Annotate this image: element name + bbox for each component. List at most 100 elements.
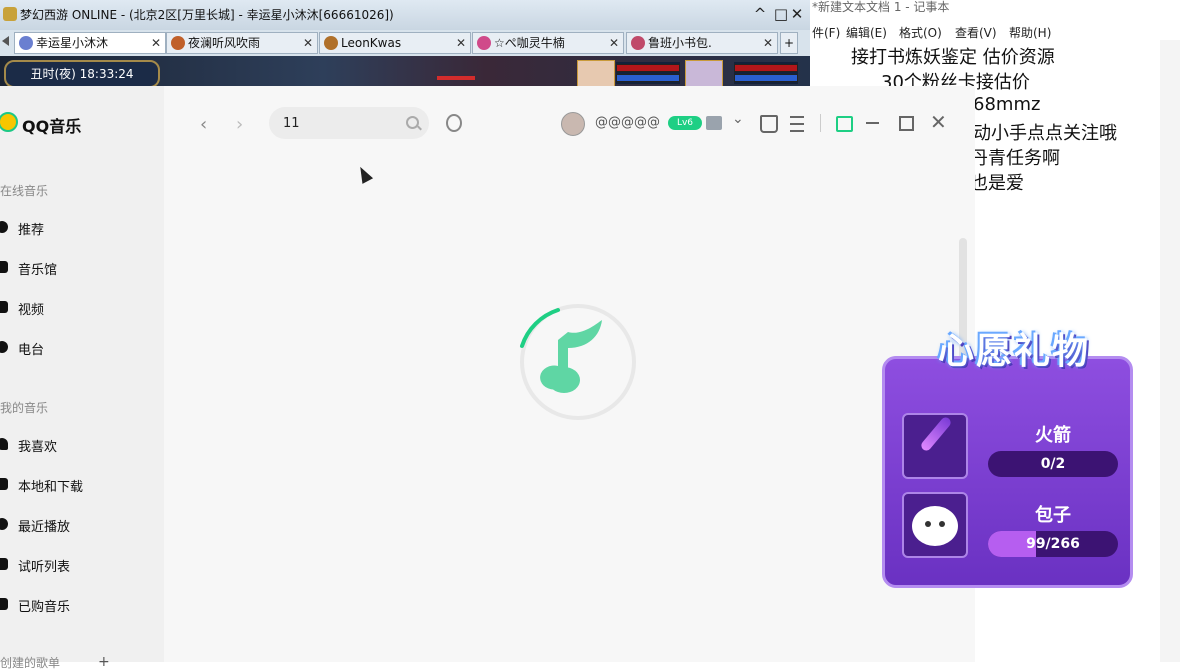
chevron-down-icon[interactable]: ⌄ (732, 111, 744, 127)
sidebar-item-radio[interactable]: 电台 (0, 338, 160, 358)
tab-label: ☆ぺ咖灵牛楠 (494, 36, 565, 50)
tab-close-icon[interactable]: ✕ (151, 33, 161, 53)
sidebar-item-label: 最近播放 (18, 520, 71, 535)
game-tab-2[interactable]: 夜澜听风吹雨 ✕ (166, 32, 318, 54)
pet-hp-bar (734, 64, 798, 72)
game-minimize-button[interactable]: ^ (750, 4, 770, 24)
sidebar-item-recommend[interactable]: 推荐 (0, 218, 160, 238)
gift-count: 0/2 (1040, 456, 1066, 472)
add-tab-button[interactable]: + (780, 32, 798, 54)
bag-icon (0, 598, 8, 610)
vip-icon[interactable] (706, 116, 722, 130)
tab-label: 鲁班小书包. (648, 36, 712, 50)
wish-gift-title: 心愿礼物 (937, 331, 1090, 372)
video-icon (0, 301, 8, 313)
sidebar-head-mine: 我的音乐 (0, 401, 49, 415)
notepad-line-3[interactable]: 68mmz (973, 94, 1040, 115)
sidebar-item-label: 已购音乐 (18, 600, 71, 615)
pet-mp-bar (734, 74, 798, 82)
maximize-button[interactable] (899, 116, 914, 131)
toolbar-divider (820, 114, 821, 132)
qqmusic-sidebar: QQ音乐 在线音乐 推荐 音乐馆 视频 电台 我的音乐 我喜欢 本地和下载 最近… (0, 86, 164, 670)
tab-label: LeonKwas (341, 36, 402, 50)
character-icon (324, 36, 338, 50)
sidebar-head-created: 创建的歌单 (0, 656, 61, 670)
gift-count: 99/266 (1026, 536, 1080, 552)
tab-close-icon[interactable]: ✕ (456, 33, 466, 53)
sidebar-item-purchased[interactable]: 已购音乐 (0, 595, 160, 615)
rocket-gift-image (902, 413, 968, 479)
list-icon (0, 558, 8, 570)
character-icon (631, 36, 645, 50)
forward-button[interactable]: › (236, 114, 243, 135)
close-button[interactable]: ✕ (930, 110, 947, 134)
username[interactable]: @@@@@ (595, 115, 660, 130)
menu-format[interactable]: 格式(O) (899, 24, 942, 41)
loading-spinner-graphic (520, 304, 636, 420)
game-tab-5[interactable]: 鲁班小书包. ✕ (626, 32, 778, 54)
notepad-line-6[interactable]: 也是爱 (970, 169, 1024, 195)
gift-name: 火箭 (1035, 425, 1071, 446)
tab-label: 夜澜听风吹雨 (188, 36, 261, 50)
sidebar-item-music-hall[interactable]: 音乐馆 (0, 258, 160, 278)
download-icon (0, 478, 8, 490)
bun-gift-image (902, 492, 968, 558)
menu-view[interactable]: 查看(V) (955, 24, 997, 41)
menu-icon[interactable] (790, 116, 804, 132)
mini-mode-icon[interactable] (836, 116, 853, 132)
game-tab-strip: 幸运星小沐沐 ✕ 夜澜听风吹雨 ✕ LeonKwas ✕ ☆ぺ咖灵牛楠 ✕ 鲁班小书包.… (0, 32, 810, 54)
menu-help[interactable]: 帮助(H) (1009, 24, 1051, 41)
level-badge[interactable]: Lv6 (668, 116, 702, 130)
player-portrait[interactable] (577, 60, 615, 88)
sidebar-item-local-download[interactable]: 本地和下载 (0, 475, 160, 495)
search-input[interactable] (283, 114, 393, 132)
pet-hp-mp (734, 62, 798, 84)
pet-portrait[interactable] (685, 60, 723, 88)
notepad-line-4[interactable]: 动小手点点关注哦 (973, 119, 1117, 145)
sidebar-item-label: 推荐 (18, 223, 45, 238)
game-close-button[interactable]: ✕ (787, 4, 807, 24)
menu-file[interactable]: 件(F) (812, 24, 840, 41)
tab-close-icon[interactable]: ✕ (763, 33, 773, 53)
listen-identify-icon[interactable] (446, 114, 462, 132)
tab-scroll-icon[interactable] (2, 36, 9, 46)
menu-edit[interactable]: 编辑(E) (846, 24, 887, 41)
notepad-title: *新建文本文档 1 - 记事本 (812, 0, 950, 14)
clock-icon (0, 518, 8, 530)
mp-bar (616, 74, 680, 82)
search-icon[interactable] (406, 116, 419, 129)
sidebar-item-favorites[interactable]: 我喜欢 (0, 435, 160, 455)
minimize-button[interactable] (866, 122, 879, 124)
sidebar-item-label: 视频 (18, 303, 45, 318)
notepad-line-1[interactable]: 接打书炼妖鉴定 估价资源 (851, 43, 1055, 69)
loading-spinner (518, 302, 638, 422)
character-icon (477, 36, 491, 50)
sidebar-item-label: 音乐馆 (18, 263, 58, 278)
create-playlist-button[interactable]: + (98, 654, 110, 670)
skin-icon[interactable] (760, 115, 778, 133)
search-box[interactable] (269, 107, 429, 139)
wish-gift-panel: 火箭 0/2 包子 99/266 (882, 356, 1133, 588)
notepad-menubar: 件(F) 编辑(E) 格式(O) 查看(V) 帮助(H) (812, 24, 1180, 40)
mouse-cursor-icon (354, 164, 374, 184)
tab-close-icon[interactable]: ✕ (609, 33, 619, 53)
gift-progress-bar: 99/266 (988, 531, 1118, 557)
sidebar-item-trial-list[interactable]: 试听列表 (0, 555, 160, 575)
sidebar-item-video[interactable]: 视频 (0, 298, 160, 318)
game-app-icon (3, 7, 17, 21)
game-tab-3[interactable]: LeonKwas ✕ (319, 32, 471, 54)
notepad-line-5[interactable]: 丹青任务啊 (970, 144, 1060, 170)
sidebar-item-recent[interactable]: 最近播放 (0, 515, 160, 535)
qqmusic-logo-icon (0, 112, 18, 132)
sidebar-item-label: 试听列表 (18, 560, 71, 575)
game-tab-1[interactable]: 幸运星小沐沐 ✕ (14, 32, 166, 54)
back-button[interactable]: ‹ (200, 114, 207, 135)
game-tab-4[interactable]: ☆ぺ咖灵牛楠 ✕ (472, 32, 624, 54)
avatar[interactable] (561, 112, 585, 136)
notepad-scrollbar[interactable] (1160, 40, 1180, 662)
character-icon (171, 36, 185, 50)
gift-progress-bar: 0/2 (988, 451, 1118, 477)
heart-icon (0, 438, 8, 450)
player-hp-mp (616, 62, 680, 84)
tab-close-icon[interactable]: ✕ (303, 33, 313, 53)
